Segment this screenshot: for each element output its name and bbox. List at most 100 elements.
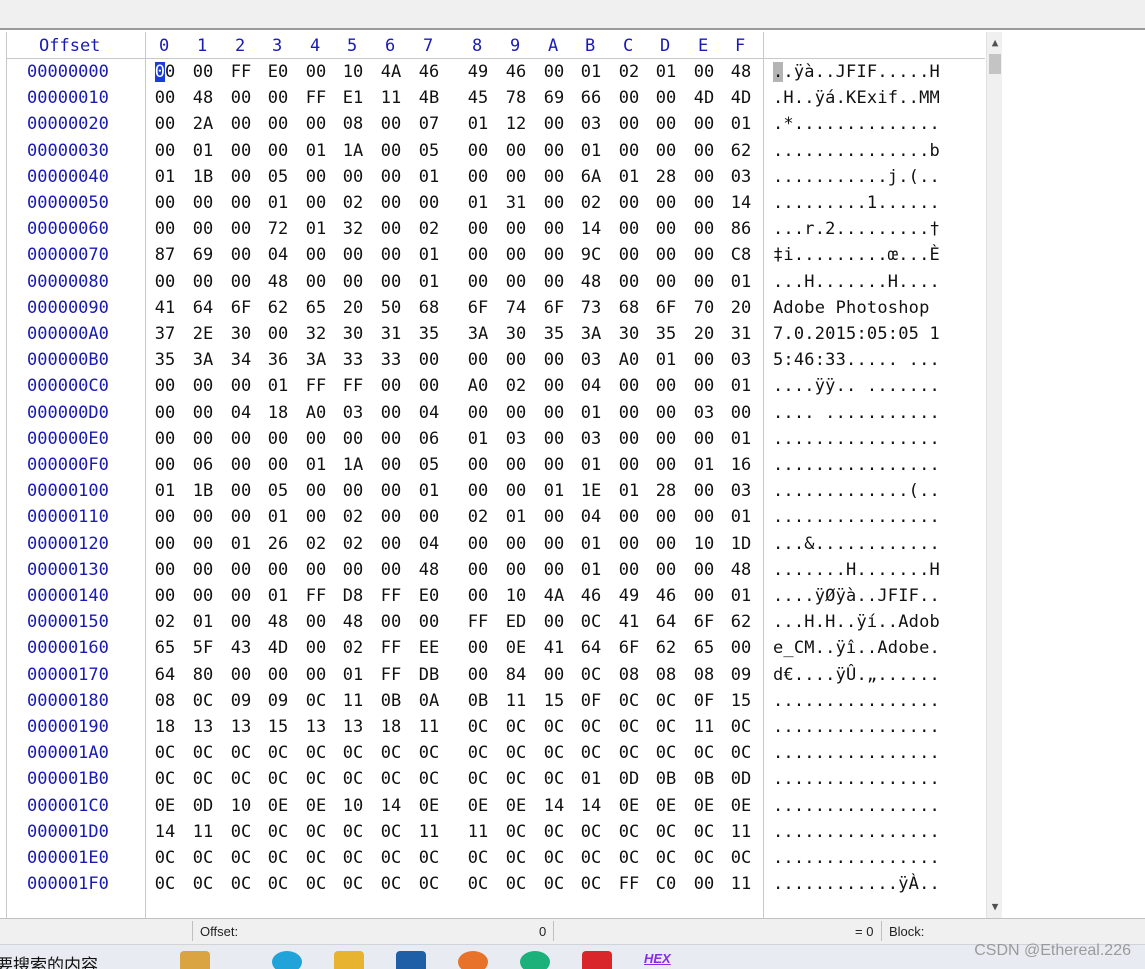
hex-byte[interactable]: 0C <box>341 822 365 842</box>
hex-byte[interactable]: 0E <box>417 796 441 816</box>
hex-byte[interactable]: 01 <box>729 586 753 606</box>
folder-icon[interactable] <box>334 951 364 969</box>
ascii-text[interactable]: .......H.......H <box>773 560 940 580</box>
hex-editor-icon[interactable]: HEX <box>644 951 674 969</box>
hex-byte[interactable]: 00 <box>542 350 566 370</box>
hex-byte[interactable]: 48 <box>266 272 290 292</box>
hex-byte[interactable]: 01 <box>617 481 641 501</box>
hex-byte[interactable]: 00 <box>341 429 365 449</box>
hex-byte[interactable]: 00 <box>466 245 490 265</box>
hex-byte[interactable]: 00 <box>466 219 490 239</box>
hex-byte[interactable]: 0C <box>542 822 566 842</box>
hex-byte[interactable]: 0C <box>729 743 753 763</box>
hex-byte[interactable]: 0D <box>729 769 753 789</box>
hex-byte[interactable]: 0E <box>617 796 641 816</box>
hex-byte[interactable]: 00 <box>542 455 566 475</box>
hex-byte[interactable]: 08 <box>654 665 678 685</box>
hex-byte[interactable]: 4D <box>729 88 753 108</box>
hex-byte[interactable]: 48 <box>417 560 441 580</box>
hex-byte[interactable]: 0E <box>266 796 290 816</box>
hex-byte[interactable]: 00 <box>654 429 678 449</box>
hex-byte[interactable]: 0C <box>504 743 528 763</box>
hex-byte[interactable]: 73 <box>579 298 603 318</box>
hex-byte[interactable]: 00 <box>692 245 716 265</box>
hex-byte[interactable]: 00 <box>466 350 490 370</box>
hex-byte[interactable]: 01 <box>579 455 603 475</box>
hex-byte[interactable]: 02 <box>417 219 441 239</box>
hex-byte[interactable]: 00 <box>542 272 566 292</box>
hex-byte[interactable]: 00 <box>692 350 716 370</box>
ascii-text[interactable]: .*.............. <box>773 114 940 134</box>
hex-byte[interactable]: 15 <box>266 717 290 737</box>
hex-byte[interactable]: 0C <box>229 769 253 789</box>
hex-byte[interactable]: 64 <box>654 612 678 632</box>
hex-byte[interactable]: 01 <box>417 272 441 292</box>
hex-byte[interactable]: 00 <box>379 534 403 554</box>
hex-byte[interactable]: 04 <box>579 376 603 396</box>
hex-byte[interactable]: 01 <box>229 534 253 554</box>
hex-byte[interactable]: 0C <box>617 717 641 737</box>
hex-byte[interactable]: 78 <box>504 88 528 108</box>
hex-byte[interactable]: 01 <box>304 219 328 239</box>
hex-byte[interactable]: 00 <box>379 560 403 580</box>
hex-byte[interactable]: 00 <box>692 272 716 292</box>
hex-byte[interactable]: 00 <box>191 534 215 554</box>
hex-byte[interactable]: 0C <box>542 743 566 763</box>
hex-byte[interactable]: 00 <box>617 141 641 161</box>
hex-byte[interactable]: 01 <box>341 665 365 685</box>
hex-byte[interactable]: 00 <box>692 114 716 134</box>
hex-byte[interactable]: 0C <box>341 848 365 868</box>
hex-byte[interactable]: 0C <box>579 848 603 868</box>
hex-byte[interactable]: 00 <box>191 62 215 82</box>
hex-byte[interactable]: 72 <box>266 219 290 239</box>
hex-byte[interactable]: 00 <box>617 560 641 580</box>
hex-byte[interactable]: 00 <box>153 376 177 396</box>
hex-byte[interactable]: 00 <box>304 665 328 685</box>
hex-byte[interactable]: 01 <box>729 507 753 527</box>
ascii-text[interactable]: ................ <box>773 769 940 789</box>
hex-byte[interactable]: 46 <box>579 586 603 606</box>
hex-byte[interactable]: 01 <box>266 193 290 213</box>
hex-byte[interactable]: 00 <box>617 193 641 213</box>
hex-byte[interactable]: ED <box>504 612 528 632</box>
ascii-text[interactable]: ................ <box>773 507 940 527</box>
hex-byte[interactable]: 31 <box>729 324 753 344</box>
ascii-text[interactable]: 5:46:33..... ... <box>773 350 940 370</box>
hex-byte[interactable]: 00 <box>379 429 403 449</box>
hex-byte[interactable]: 06 <box>191 455 215 475</box>
ascii-text[interactable]: ...r.2.........† <box>773 219 940 239</box>
hex-byte[interactable]: 12 <box>504 114 528 134</box>
hex-byte[interactable]: 0C <box>579 717 603 737</box>
hex-byte[interactable]: DB <box>417 665 441 685</box>
hex-byte[interactable]: 41 <box>617 612 641 632</box>
hex-byte[interactable]: 00 <box>229 114 253 134</box>
hex-byte[interactable]: 00 <box>266 429 290 449</box>
hex-byte[interactable]: 41 <box>542 638 566 658</box>
hex-byte[interactable]: 02 <box>341 534 365 554</box>
hex-byte[interactable]: 00 <box>304 481 328 501</box>
ascii-text[interactable]: ..ÿà..JFIF.....H <box>773 62 940 82</box>
hex-byte[interactable]: 00 <box>341 560 365 580</box>
hex-byte[interactable]: 00 <box>466 455 490 475</box>
hex-byte[interactable]: 00 <box>229 507 253 527</box>
hex-byte[interactable]: 00 <box>692 874 716 894</box>
hex-byte[interactable]: 15 <box>729 691 753 711</box>
hex-byte[interactable]: 01 <box>579 62 603 82</box>
hex-byte[interactable]: 0C <box>654 717 678 737</box>
hex-byte[interactable]: 64 <box>579 638 603 658</box>
hex-byte[interactable]: 0C <box>692 743 716 763</box>
hex-byte[interactable]: 32 <box>341 219 365 239</box>
hex-byte[interactable]: 00 <box>304 167 328 187</box>
hex-byte[interactable]: 0C <box>617 691 641 711</box>
hex-byte[interactable]: 01 <box>692 455 716 475</box>
hex-byte[interactable]: 74 <box>504 298 528 318</box>
hex-byte[interactable]: 00 <box>229 376 253 396</box>
hex-byte[interactable]: 11 <box>341 691 365 711</box>
hex-byte[interactable]: 00 <box>542 245 566 265</box>
hex-byte[interactable]: 00 <box>504 219 528 239</box>
hex-byte[interactable]: 0C <box>341 769 365 789</box>
hex-byte[interactable]: 01 <box>504 507 528 527</box>
hex-byte[interactable]: 0B <box>692 769 716 789</box>
hex-byte[interactable]: FF <box>466 612 490 632</box>
hex-byte[interactable]: 00 <box>617 455 641 475</box>
